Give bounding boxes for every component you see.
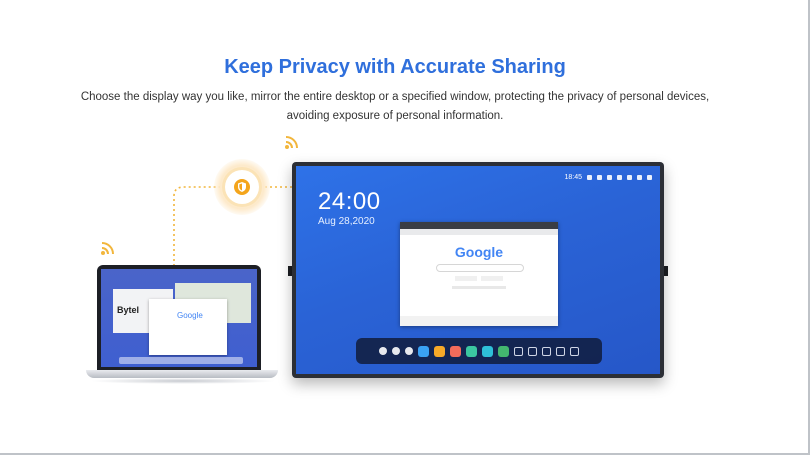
status-icon bbox=[607, 175, 612, 180]
page-frame: Keep Privacy with Accurate Sharing Choos… bbox=[0, 0, 810, 455]
home-icon[interactable] bbox=[379, 347, 387, 355]
app-icon[interactable] bbox=[482, 345, 493, 357]
browser-window bbox=[149, 299, 227, 355]
panel-dock bbox=[356, 338, 602, 364]
panel-screen: 24:00 Aug 28,2020 18:45 Google bbox=[296, 166, 660, 374]
settings-icon[interactable] bbox=[570, 346, 579, 356]
app-icon[interactable] bbox=[498, 345, 509, 357]
search-button[interactable] bbox=[455, 276, 477, 281]
interactive-panel: 24:00 Aug 28,2020 18:45 Google bbox=[292, 162, 664, 378]
status-icon bbox=[647, 175, 652, 180]
browser-footer bbox=[400, 316, 558, 326]
laptop-window-label: Bytel bbox=[117, 305, 140, 315]
status-bar: 18:45 bbox=[564, 174, 652, 181]
app-icon[interactable] bbox=[434, 345, 445, 357]
window-icon[interactable] bbox=[542, 346, 551, 356]
browser-address-bar[interactable] bbox=[400, 229, 558, 235]
wifi-signal-icon bbox=[284, 134, 300, 150]
screen-icon[interactable] bbox=[528, 346, 537, 356]
browser-tab-bar bbox=[400, 222, 558, 229]
status-icon bbox=[597, 175, 602, 180]
shared-browser-window[interactable]: Google bbox=[400, 222, 558, 326]
clock-date: Aug 28,2020 bbox=[318, 216, 375, 227]
panel-side-button bbox=[664, 266, 668, 276]
clock-time: 24:00 bbox=[318, 188, 381, 215]
app-icon[interactable] bbox=[466, 345, 477, 357]
laptop-shadow bbox=[90, 378, 276, 384]
shield-icon bbox=[225, 170, 259, 204]
app-icon[interactable] bbox=[450, 345, 461, 357]
apps-icon[interactable] bbox=[392, 347, 400, 355]
status-icon bbox=[627, 175, 632, 180]
search-input[interactable] bbox=[436, 264, 524, 272]
wifi-signal-icon bbox=[100, 240, 116, 256]
page-subtitle: Choose the display way you like, mirror … bbox=[80, 91, 710, 122]
record-icon[interactable] bbox=[556, 346, 565, 356]
laptop-desktop: Bytel Google bbox=[101, 269, 257, 367]
status-icon bbox=[637, 175, 642, 180]
laptop-dock bbox=[119, 357, 243, 364]
lucky-button[interactable] bbox=[481, 276, 503, 281]
language-links bbox=[452, 286, 506, 289]
laptop: Bytel Google bbox=[97, 265, 261, 371]
status-time: 18:45 bbox=[564, 174, 582, 181]
status-icon bbox=[617, 175, 622, 180]
files-icon[interactable] bbox=[405, 347, 413, 355]
page-title: Keep Privacy with Accurate Sharing bbox=[224, 56, 566, 78]
laptop-google-logo: Google bbox=[177, 311, 203, 320]
laptop-base bbox=[86, 370, 278, 378]
pen-icon[interactable] bbox=[514, 346, 523, 356]
status-icon bbox=[587, 175, 592, 180]
google-logo: Google bbox=[454, 244, 504, 260]
app-icon[interactable] bbox=[418, 345, 429, 357]
